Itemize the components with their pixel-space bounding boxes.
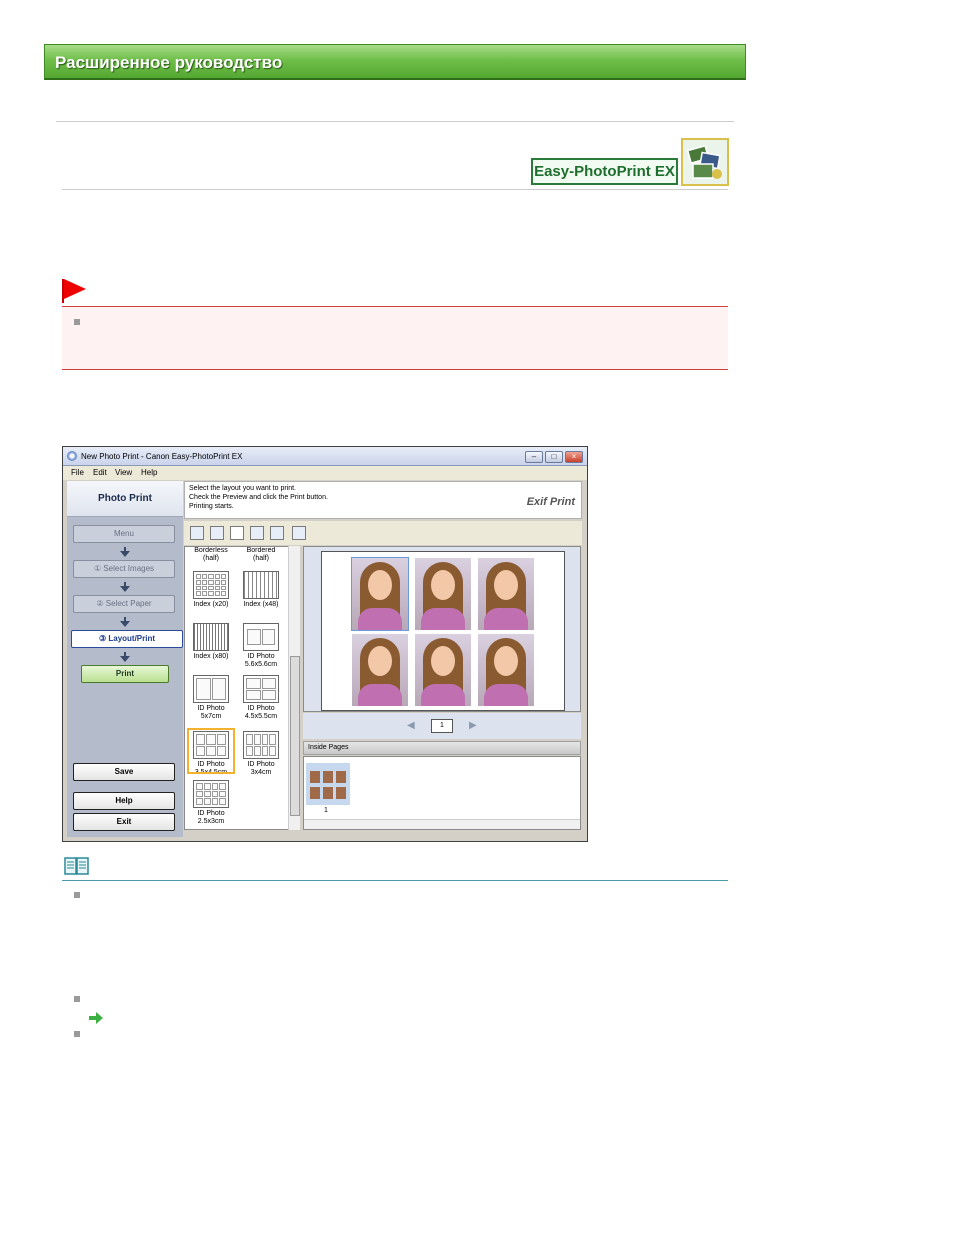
help-button[interactable]: Help <box>73 792 175 810</box>
scrollbar-thumb[interactable] <box>290 656 300 816</box>
preview-paper <box>321 551 565 711</box>
id-photo[interactable] <box>478 634 534 706</box>
layout-item-id-3x4[interactable]: ID Photo 3x4cm <box>237 728 285 777</box>
print-button[interactable]: Print <box>81 665 169 683</box>
divider <box>62 189 728 190</box>
app-icon <box>67 451 77 461</box>
rotate-left-icon[interactable] <box>190 526 204 540</box>
easy-photoprint-logo: Easy-PhotoPrint EX <box>531 158 678 185</box>
instruction-line: Check the Preview and click the Print bu… <box>189 494 328 501</box>
bullet-icon <box>74 996 80 1002</box>
prev-page-icon[interactable]: ◀ <box>407 720 415 731</box>
layout-item-borderless-half[interactable]: Borderless (half) <box>187 547 235 563</box>
arrow-down-icon <box>120 652 130 662</box>
id-photo[interactable] <box>352 634 408 706</box>
instruction-line: Select the layout you want to print. <box>189 485 297 492</box>
link-arrow-icon[interactable] <box>89 1012 103 1024</box>
page-thumbnail[interactable] <box>306 763 350 805</box>
rotate-right-icon[interactable] <box>210 526 224 540</box>
page-navigator: ◀ 1 ▶ <box>303 713 581 739</box>
layout-thumbnail <box>243 675 279 703</box>
bullet-icon <box>74 1031 80 1037</box>
layout-thumbnail <box>243 623 279 651</box>
instruction-line: Printing starts. <box>189 503 234 510</box>
menu-help[interactable]: Help <box>141 468 157 477</box>
select-paper-button[interactable]: ② Select Paper <box>73 595 175 613</box>
inside-pages-pane: 1 <box>303 756 581 830</box>
instructions-panel: Select the layout you want to print. Che… <box>184 481 582 519</box>
menu-button[interactable]: Menu <box>73 525 175 543</box>
thumbnail-label: 1 <box>324 807 328 814</box>
layout-print-step[interactable]: ③ Layout/Print <box>71 630 183 648</box>
inside-pages-header: Inside Pages <box>303 741 581 755</box>
layout-item-id-5x7[interactable]: ID Photo 5x7cm <box>187 675 235 721</box>
exit-button[interactable]: Exit <box>73 813 175 831</box>
bullet-icon <box>74 892 80 898</box>
layout-item-bordered-half[interactable]: Bordered (half) <box>237 547 285 563</box>
layout-scrollbar[interactable] <box>288 546 300 830</box>
note-divider <box>62 880 728 881</box>
panel-title: Photo Print <box>67 481 183 517</box>
arrow-down-icon <box>120 547 130 557</box>
guide-header-banner: Расширенное руководство <box>44 44 746 80</box>
layout-item-index-48[interactable]: Index (x48) <box>237 571 285 609</box>
id-photo[interactable] <box>478 558 534 630</box>
layout-thumbnail <box>193 675 229 703</box>
note-book-icon <box>64 857 89 875</box>
arrow-down-icon <box>120 582 130 592</box>
selected-layout-highlight <box>187 728 235 774</box>
guide-title: Расширенное руководство <box>55 53 283 72</box>
bullet-icon <box>74 319 80 325</box>
crop-icon[interactable] <box>230 526 244 540</box>
toolbar <box>184 521 582 545</box>
important-flag-icon <box>62 279 86 303</box>
correct-image-icon[interactable] <box>270 526 284 540</box>
frame-icon[interactable] <box>250 526 264 540</box>
layout-item-id-4-5x5-5[interactable]: ID Photo 4.5x5.5cm <box>237 675 285 721</box>
select-images-button[interactable]: ① Select Images <box>73 560 175 578</box>
layout-list: Borderless (half) Bordered (half) Index … <box>184 546 300 830</box>
id-photo[interactable] <box>415 634 471 706</box>
layout-thumbnail <box>193 571 229 599</box>
window-title: New Photo Print - Canon Easy-PhotoPrint … <box>81 452 243 461</box>
layout-item-index-20[interactable]: Index (x20) <box>187 571 235 609</box>
next-page-icon[interactable]: ▶ <box>469 720 477 731</box>
layout-thumbnail <box>193 780 229 808</box>
maximize-icon[interactable]: □ <box>545 451 563 463</box>
id-photo[interactable] <box>351 557 409 631</box>
layout-thumbnail <box>243 731 279 759</box>
save-button[interactable]: Save <box>73 763 175 781</box>
layout-item-id-5-6x5-6[interactable]: ID Photo 5.6x5.6cm <box>237 623 285 669</box>
exif-print-logo: Exif Print <box>526 496 575 508</box>
print-preview <box>303 546 581 712</box>
layout-item-index-80[interactable]: Index (x80) <box>187 623 235 661</box>
menu-bar: File Edit View Help <box>63 466 587 480</box>
close-icon[interactable]: × <box>565 451 583 463</box>
layout-item-id-2-5x3[interactable]: ID Photo 2.5x3cm <box>187 780 235 826</box>
divider <box>56 121 734 122</box>
arrow-down-icon <box>120 617 130 627</box>
app-window: New Photo Print - Canon Easy-PhotoPrint … <box>62 446 588 842</box>
photos-icon <box>681 138 729 186</box>
id-photo[interactable] <box>415 558 471 630</box>
horizontal-scrollbar[interactable] <box>304 819 580 829</box>
window-titlebar: New Photo Print - Canon Easy-PhotoPrint … <box>63 447 587 466</box>
menu-file[interactable]: File <box>71 468 84 477</box>
menu-view[interactable]: View <box>115 468 132 477</box>
page-number: 1 <box>431 719 453 733</box>
minimize-icon[interactable]: – <box>525 451 543 463</box>
important-box <box>62 306 728 370</box>
menu-edit[interactable]: Edit <box>93 468 107 477</box>
print-settings-icon[interactable] <box>292 526 306 540</box>
layout-thumbnail <box>193 623 229 651</box>
left-panel: Photo Print Menu ① Select Images ② Selec… <box>67 481 183 837</box>
inside-pages-label: Inside Pages <box>308 744 349 751</box>
layout-thumbnail <box>243 571 279 599</box>
